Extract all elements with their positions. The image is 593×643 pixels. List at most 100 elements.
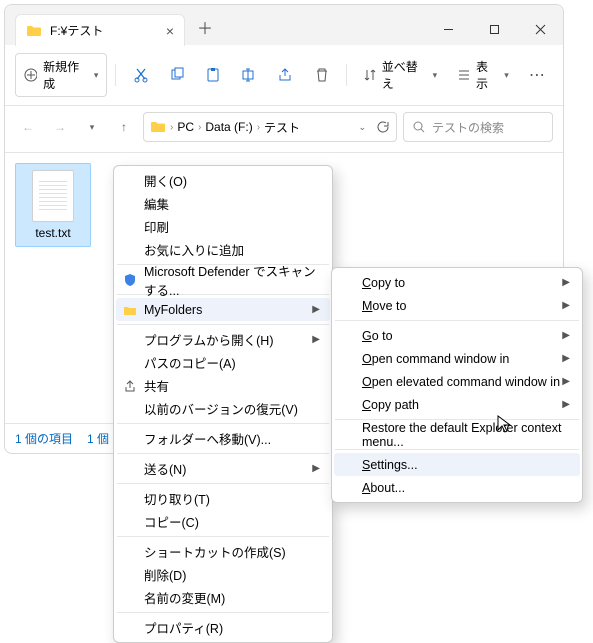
chevron-down-icon: ▾ xyxy=(504,70,509,81)
chevron-right-icon: ▶ xyxy=(312,304,320,315)
shield-icon xyxy=(122,272,138,288)
menu-open-with[interactable]: プログラムから開く(H)▶ xyxy=(116,328,330,351)
folder-icon xyxy=(150,119,166,135)
submenu-open-cmd[interactable]: Open command window in▶ xyxy=(334,347,580,370)
back-button[interactable]: ← xyxy=(15,114,41,140)
context-submenu-myfolders: Copy to▶ Move to▶ Go to▶ Open command wi… xyxy=(331,267,583,503)
up-button[interactable]: ↑ xyxy=(111,114,137,140)
menu-print[interactable]: 印刷 xyxy=(116,215,330,238)
submenu-settings[interactable]: Settings... xyxy=(334,453,580,476)
menu-previous-versions[interactable]: 以前のバージョンの復元(V) xyxy=(116,397,330,420)
breadcrumb-item[interactable]: テスト xyxy=(264,119,300,136)
breadcrumb[interactable]: › PC › Data (F:) › テスト ⌄ xyxy=(143,112,397,142)
forward-button[interactable]: → xyxy=(47,114,73,140)
menu-create-shortcut[interactable]: ショートカットの作成(S) xyxy=(116,540,330,563)
menu-separator xyxy=(117,536,329,537)
context-menu: 開く(O) 編集 印刷 お気に入りに追加 Microsoft Defender … xyxy=(113,165,333,643)
menu-separator xyxy=(117,483,329,484)
recent-button[interactable]: ▾ xyxy=(79,114,105,140)
folder-icon xyxy=(122,302,138,318)
submenu-restore-defaults[interactable]: Restore the default Explorer context men… xyxy=(334,423,580,446)
submenu-copy-path[interactable]: Copy path▶ xyxy=(334,393,580,416)
chevron-down-icon: ▾ xyxy=(94,70,99,81)
folder-icon xyxy=(26,23,42,39)
menu-move-to-folder[interactable]: フォルダーへ移動(V)... xyxy=(116,427,330,450)
chevron-down-icon: ▾ xyxy=(433,70,438,81)
copy-button[interactable] xyxy=(161,60,193,90)
menu-share[interactable]: 共有 xyxy=(116,374,330,397)
sort-icon xyxy=(363,68,376,82)
menu-delete[interactable]: 削除(D) xyxy=(116,563,330,586)
new-button-label: 新規作成 xyxy=(43,58,88,92)
view-label: 表示 xyxy=(476,58,498,92)
menu-add-favorite[interactable]: お気に入りに追加 xyxy=(116,238,330,261)
plus-circle-icon xyxy=(24,68,37,82)
menu-open[interactable]: 開く(O) xyxy=(116,169,330,192)
tab-close-icon[interactable]: × xyxy=(166,23,174,39)
chevron-right-icon: ▶ xyxy=(562,330,570,341)
chevron-right-icon: ▶ xyxy=(562,353,570,364)
submenu-copy-to[interactable]: Copy to▶ xyxy=(334,271,580,294)
menu-copy-path[interactable]: パスのコピー(A) xyxy=(116,351,330,374)
view-button[interactable]: 表示 ▾ xyxy=(449,54,517,96)
sort-button[interactable]: 並べ替え ▾ xyxy=(355,54,445,96)
rename-button[interactable] xyxy=(233,60,265,90)
chevron-right-icon: ▶ xyxy=(562,300,570,311)
window-controls xyxy=(425,13,563,45)
submenu-go-to[interactable]: Go to▶ xyxy=(334,324,580,347)
menu-myfolders[interactable]: MyFolders▶ xyxy=(116,298,330,321)
chevron-right-icon: › xyxy=(198,122,201,133)
menu-rename[interactable]: 名前の変更(M) xyxy=(116,586,330,609)
share-button[interactable] xyxy=(269,60,301,90)
breadcrumb-item[interactable]: Data (F:) xyxy=(205,120,252,134)
chevron-right-icon: ▶ xyxy=(312,334,320,345)
submenu-open-elev-cmd[interactable]: Open elevated command window in▶ xyxy=(334,370,580,393)
separator xyxy=(115,64,116,86)
status-selection: 1 個 xyxy=(87,430,109,447)
text-file-icon xyxy=(32,170,74,222)
toolbar: 新規作成 ▾ 並べ替え ▾ 表示 ▾ ⋯ xyxy=(5,45,563,106)
paste-button[interactable] xyxy=(197,60,229,90)
search-placeholder: テストの検索 xyxy=(432,119,504,136)
address-bar: ← → ▾ ↑ › PC › Data (F:) › テスト ⌄ テストの検索 xyxy=(5,106,563,153)
titlebar: F:¥テスト × ＋ xyxy=(5,5,563,45)
menu-separator xyxy=(335,320,579,321)
close-button[interactable] xyxy=(517,13,563,45)
tab-title: F:¥テスト xyxy=(50,22,103,39)
sort-label: 並べ替え xyxy=(382,58,427,92)
tab-active[interactable]: F:¥テスト × xyxy=(15,14,185,46)
refresh-button[interactable] xyxy=(376,120,390,134)
new-tab-button[interactable]: ＋ xyxy=(185,9,225,45)
minimize-button[interactable] xyxy=(425,13,471,45)
maximize-button[interactable] xyxy=(471,13,517,45)
more-button[interactable]: ⋯ xyxy=(521,60,553,90)
chevron-right-icon: ▶ xyxy=(562,399,570,410)
submenu-move-to[interactable]: Move to▶ xyxy=(334,294,580,317)
chevron-right-icon: ▶ xyxy=(562,376,570,387)
menu-cut[interactable]: 切り取り(T) xyxy=(116,487,330,510)
share-icon xyxy=(122,378,138,394)
menu-defender[interactable]: Microsoft Defender でスキャンする... xyxy=(116,268,330,291)
chevron-right-icon: › xyxy=(257,122,260,133)
chevron-down-icon[interactable]: ⌄ xyxy=(358,122,366,133)
new-button[interactable]: 新規作成 ▾ xyxy=(15,53,107,97)
delete-button[interactable] xyxy=(305,60,337,90)
menu-separator xyxy=(117,612,329,613)
cut-button[interactable] xyxy=(124,60,156,90)
menu-edit[interactable]: 編集 xyxy=(116,192,330,215)
menu-copy[interactable]: コピー(C) xyxy=(116,510,330,533)
chevron-right-icon: › xyxy=(170,122,173,133)
separator xyxy=(346,64,347,86)
chevron-right-icon: ▶ xyxy=(562,277,570,288)
file-item[interactable]: test.txt xyxy=(15,163,91,247)
menu-separator xyxy=(335,449,579,450)
search-input[interactable]: テストの検索 xyxy=(403,112,553,142)
menu-separator xyxy=(117,453,329,454)
menu-properties[interactable]: プロパティ(R) xyxy=(116,616,330,639)
submenu-about[interactable]: About... xyxy=(334,476,580,499)
menu-send-to[interactable]: 送る(N)▶ xyxy=(116,457,330,480)
file-name: test.txt xyxy=(35,226,70,240)
menu-separator xyxy=(117,324,329,325)
breadcrumb-item[interactable]: PC xyxy=(177,120,194,134)
menu-separator xyxy=(117,423,329,424)
